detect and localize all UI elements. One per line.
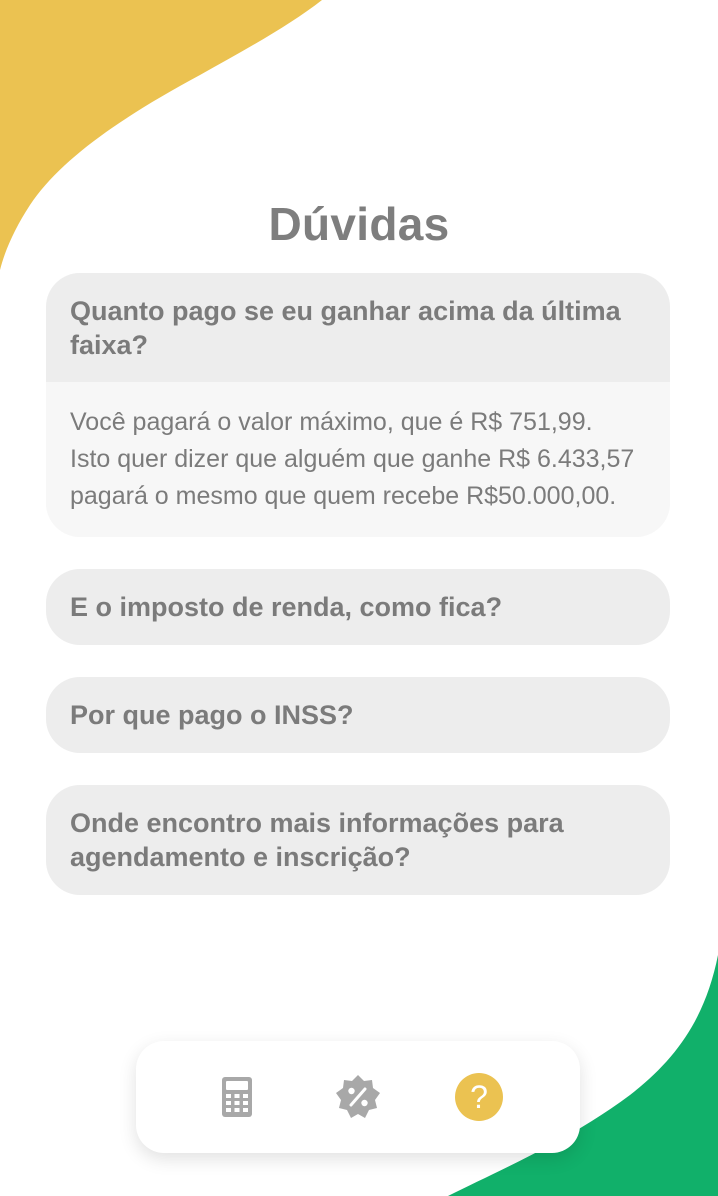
- faq-question[interactable]: Por que pago o INSS?: [46, 677, 670, 753]
- faq-item-why-inss[interactable]: Por que pago o INSS?: [46, 677, 670, 753]
- nav-discount-button[interactable]: [328, 1067, 388, 1127]
- faq-question[interactable]: Quanto pago se eu ganhar acima da última…: [46, 273, 670, 382]
- faq-item-more-info[interactable]: Onde encontro mais informações para agen…: [46, 785, 670, 895]
- help-icon: ?: [455, 1073, 504, 1121]
- faq-answer-line: Você pagará o valor máximo, que é R$ 751…: [70, 408, 593, 436]
- help-icon-glyph: ?: [470, 1079, 488, 1115]
- faq-item-contribution-cap[interactable]: Quanto pago se eu ganhar acima da última…: [46, 273, 670, 537]
- faq-answer-line: pagará o mesmo que quem recebe R$50.000,…: [70, 482, 617, 510]
- page-title: Dúvidas: [268, 197, 450, 250]
- faq-answer: Você pagará o valor máximo, que é R$ 751…: [46, 382, 670, 537]
- faq-item-income-tax[interactable]: E o imposto de renda, como fica?: [46, 569, 670, 645]
- nav-calculator-button[interactable]: [207, 1067, 267, 1127]
- faq-question[interactable]: E o imposto de renda, como fica?: [46, 569, 670, 645]
- faq-list: Quanto pago se eu ganhar acima da última…: [46, 273, 670, 927]
- calculator-icon: [221, 1077, 252, 1117]
- faq-question[interactable]: Onde encontro mais informações para agen…: [46, 785, 670, 895]
- nav-help-button[interactable]: ?: [449, 1067, 509, 1127]
- faq-answer-line: Isto quer dizer que alguém que ganhe R$ …: [70, 445, 635, 473]
- discount-badge-icon: [335, 1075, 380, 1118]
- bottom-navigation: ?: [136, 1041, 580, 1153]
